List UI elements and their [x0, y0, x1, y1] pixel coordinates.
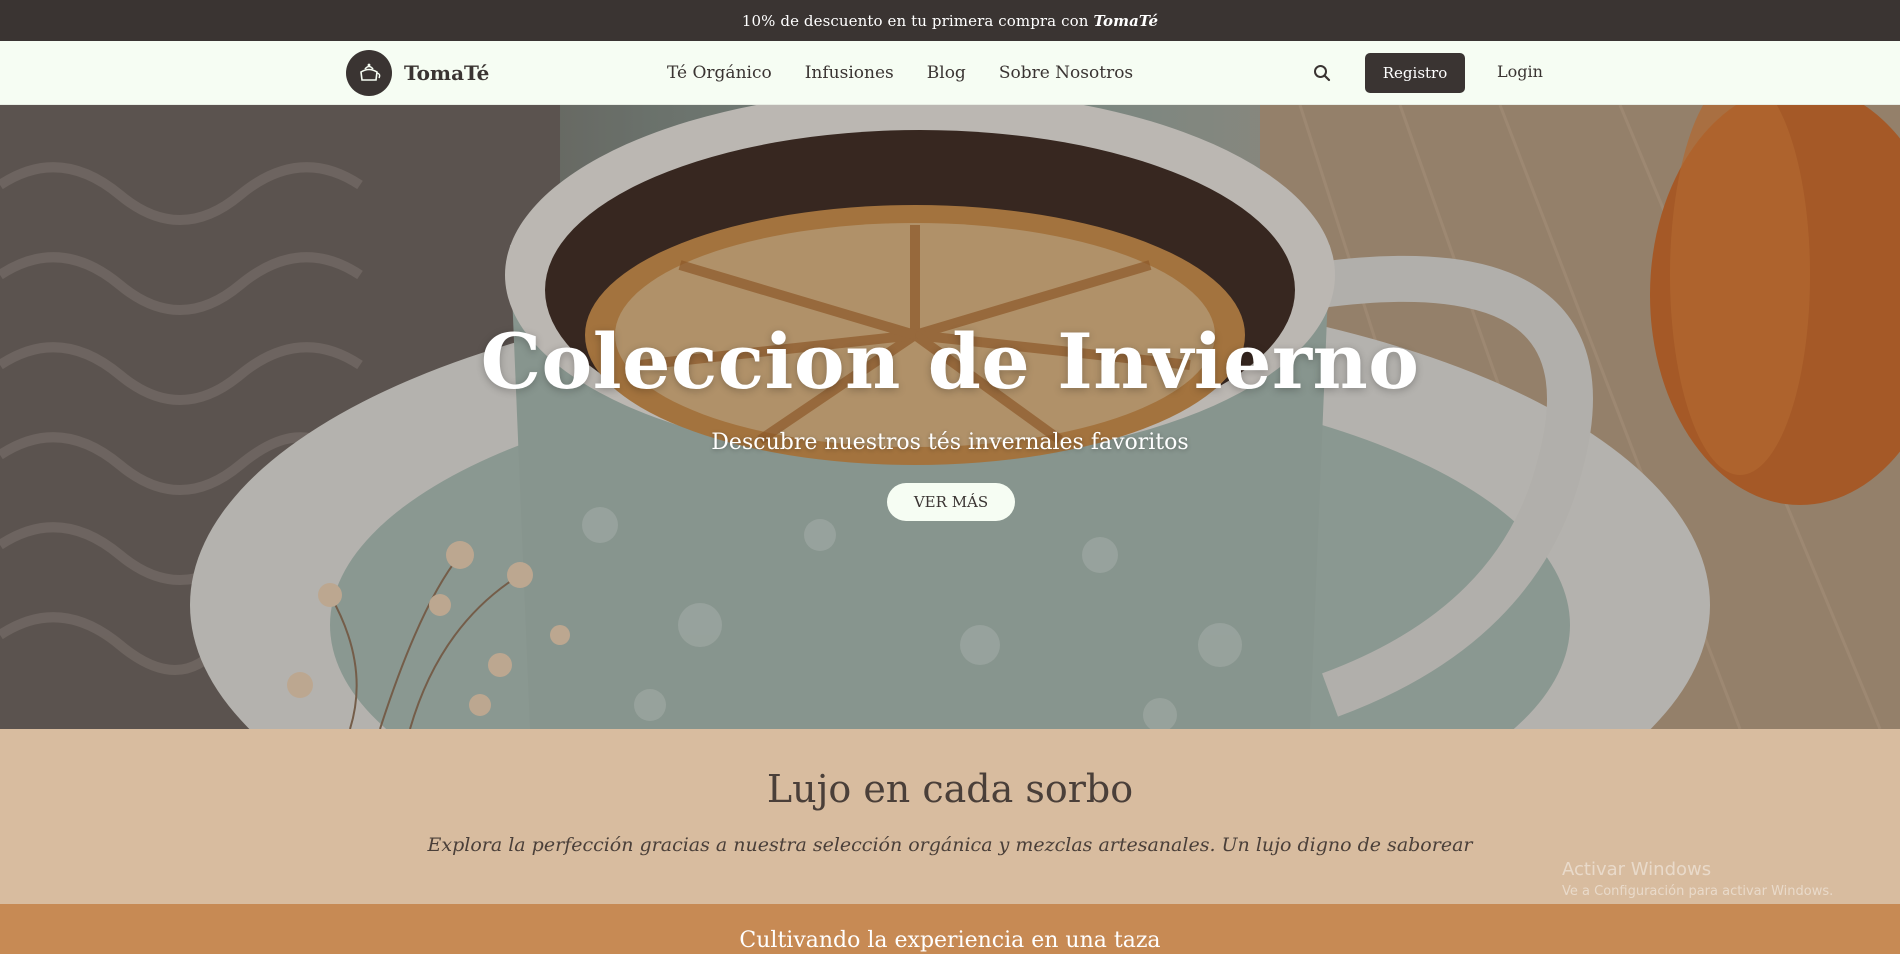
lujo-title: Lujo en cada sorbo — [766, 767, 1134, 811]
cultivando-section: Cultivando la experiencia en una taza — [0, 904, 1900, 954]
search-button[interactable] — [1310, 61, 1334, 85]
logo[interactable]: TomaTé — [346, 50, 489, 96]
search-icon — [1314, 65, 1331, 82]
nav-blog[interactable]: Blog — [927, 63, 966, 83]
lujo-section: Lujo en cada sorbo Explora la perfección… — [0, 729, 1900, 904]
nav-sobre-nosotros[interactable]: Sobre Nosotros — [999, 63, 1133, 83]
lujo-description: Explora la perfección gracias a nuestra … — [427, 834, 1473, 856]
hero-banner: Coleccion de Invierno Descubre nuestros … — [0, 105, 1900, 729]
hero-overlay — [0, 105, 1900, 729]
promo-bar: 10% de descuento en tu primera compra co… — [0, 0, 1900, 41]
watermark-line2: Ve a Configuración para activar Windows. — [1562, 884, 1834, 899]
windows-activation-watermark: Activar Windows Ve a Configuración para … — [1562, 859, 1833, 899]
watermark-line1: Activar Windows — [1562, 859, 1712, 880]
cultivando-title: Cultivando la experiencia en una taza — [739, 928, 1161, 953]
registro-button[interactable]: Registro — [1365, 53, 1465, 93]
hero-subtitle: Descubre nuestros tés invernales favorit… — [711, 430, 1189, 455]
site-header: TomaTé Té Orgánico Infusiones Blog Sobre… — [0, 41, 1900, 105]
ver-mas-button[interactable]: VER MÁS — [887, 483, 1015, 521]
hero-title: Coleccion de Invierno — [480, 317, 1420, 406]
promo-brand: TomaTé — [1093, 11, 1159, 30]
logo-text: TomaTé — [404, 61, 490, 85]
main-nav: Té Orgánico Infusiones Blog Sobre Nosotr… — [667, 41, 1166, 105]
nav-infusiones[interactable]: Infusiones — [805, 63, 894, 83]
login-link[interactable]: Login — [1497, 62, 1543, 81]
promo-text: 10% de descuento en tu primera compra co… — [741, 11, 1089, 30]
teapot-icon — [346, 50, 392, 96]
nav-te-organico[interactable]: Té Orgánico — [667, 63, 772, 83]
